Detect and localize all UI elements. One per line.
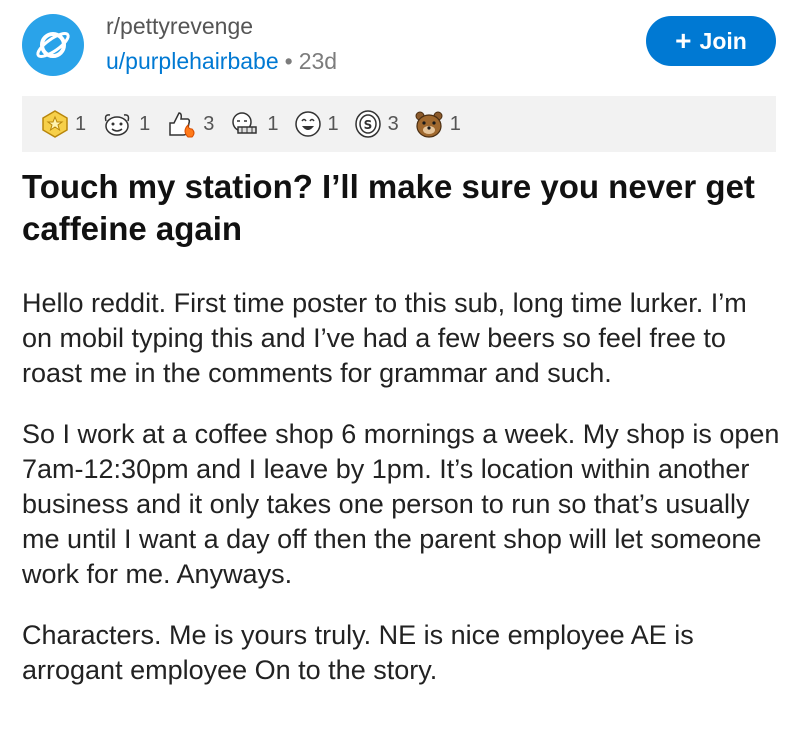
award-item[interactable]: 3 [164, 109, 214, 139]
award-count: 1 [327, 112, 339, 135]
subreddit-avatar[interactable] [22, 14, 84, 76]
bear-icon [415, 111, 443, 138]
planet-icon [36, 32, 70, 58]
subreddit-name[interactable]: r/pettyrevenge [106, 12, 337, 40]
svg-text:S: S [363, 118, 372, 132]
post-title[interactable]: Touch my station? I’ll make sure you nev… [22, 166, 782, 250]
award-item[interactable]: 1 [228, 109, 279, 139]
award-count: 3 [203, 112, 215, 135]
hugz-icon [232, 112, 258, 134]
happy-face-icon [294, 111, 321, 137]
author-link[interactable]: u/purplehairbabe [106, 48, 279, 74]
post-header: r/pettyrevenge u/purplehairbabe • 23d + Jo… [22, 8, 782, 78]
gold-medal-icon [42, 110, 68, 138]
coin-icon: S [354, 110, 381, 138]
wholesome-icon [104, 114, 130, 136]
award-item[interactable]: 1 [100, 109, 150, 139]
plus-icon: + [675, 25, 692, 56]
award-item[interactable]: 1 [413, 109, 461, 139]
post-age: 23d [298, 48, 338, 74]
join-button[interactable]: + Join [646, 16, 776, 66]
award-count: 1 [449, 112, 461, 135]
fire-thumbs-up-icon [169, 112, 195, 138]
post-body: Hello reddit. First time poster to this … [22, 286, 782, 714]
post-paragraph: Characters. Me is yours truly. NE is nic… [22, 620, 694, 685]
post-paragraph: So I work at a coffee shop 6 mornings a … [22, 419, 780, 589]
award-count: 1 [267, 112, 279, 135]
award-item[interactable]: 1 [40, 109, 86, 139]
post-paragraph: Hello reddit. First time poster to this … [22, 288, 747, 388]
award-count: 1 [75, 112, 87, 135]
award-count: 1 [139, 112, 151, 135]
meta-separator: • [284, 48, 293, 74]
post-meta: r/pettyrevenge u/purplehairbabe • 23d [106, 12, 337, 76]
award-count: 3 [387, 112, 399, 135]
award-item[interactable]: 1 [293, 109, 339, 139]
award-item[interactable]: S 3 [353, 109, 399, 139]
author-line: u/purplehairbabe • 23d [106, 46, 337, 76]
join-label: Join [699, 27, 747, 54]
awards-bar[interactable]: 1 1 3 1 1 S 3 1 [22, 96, 776, 152]
